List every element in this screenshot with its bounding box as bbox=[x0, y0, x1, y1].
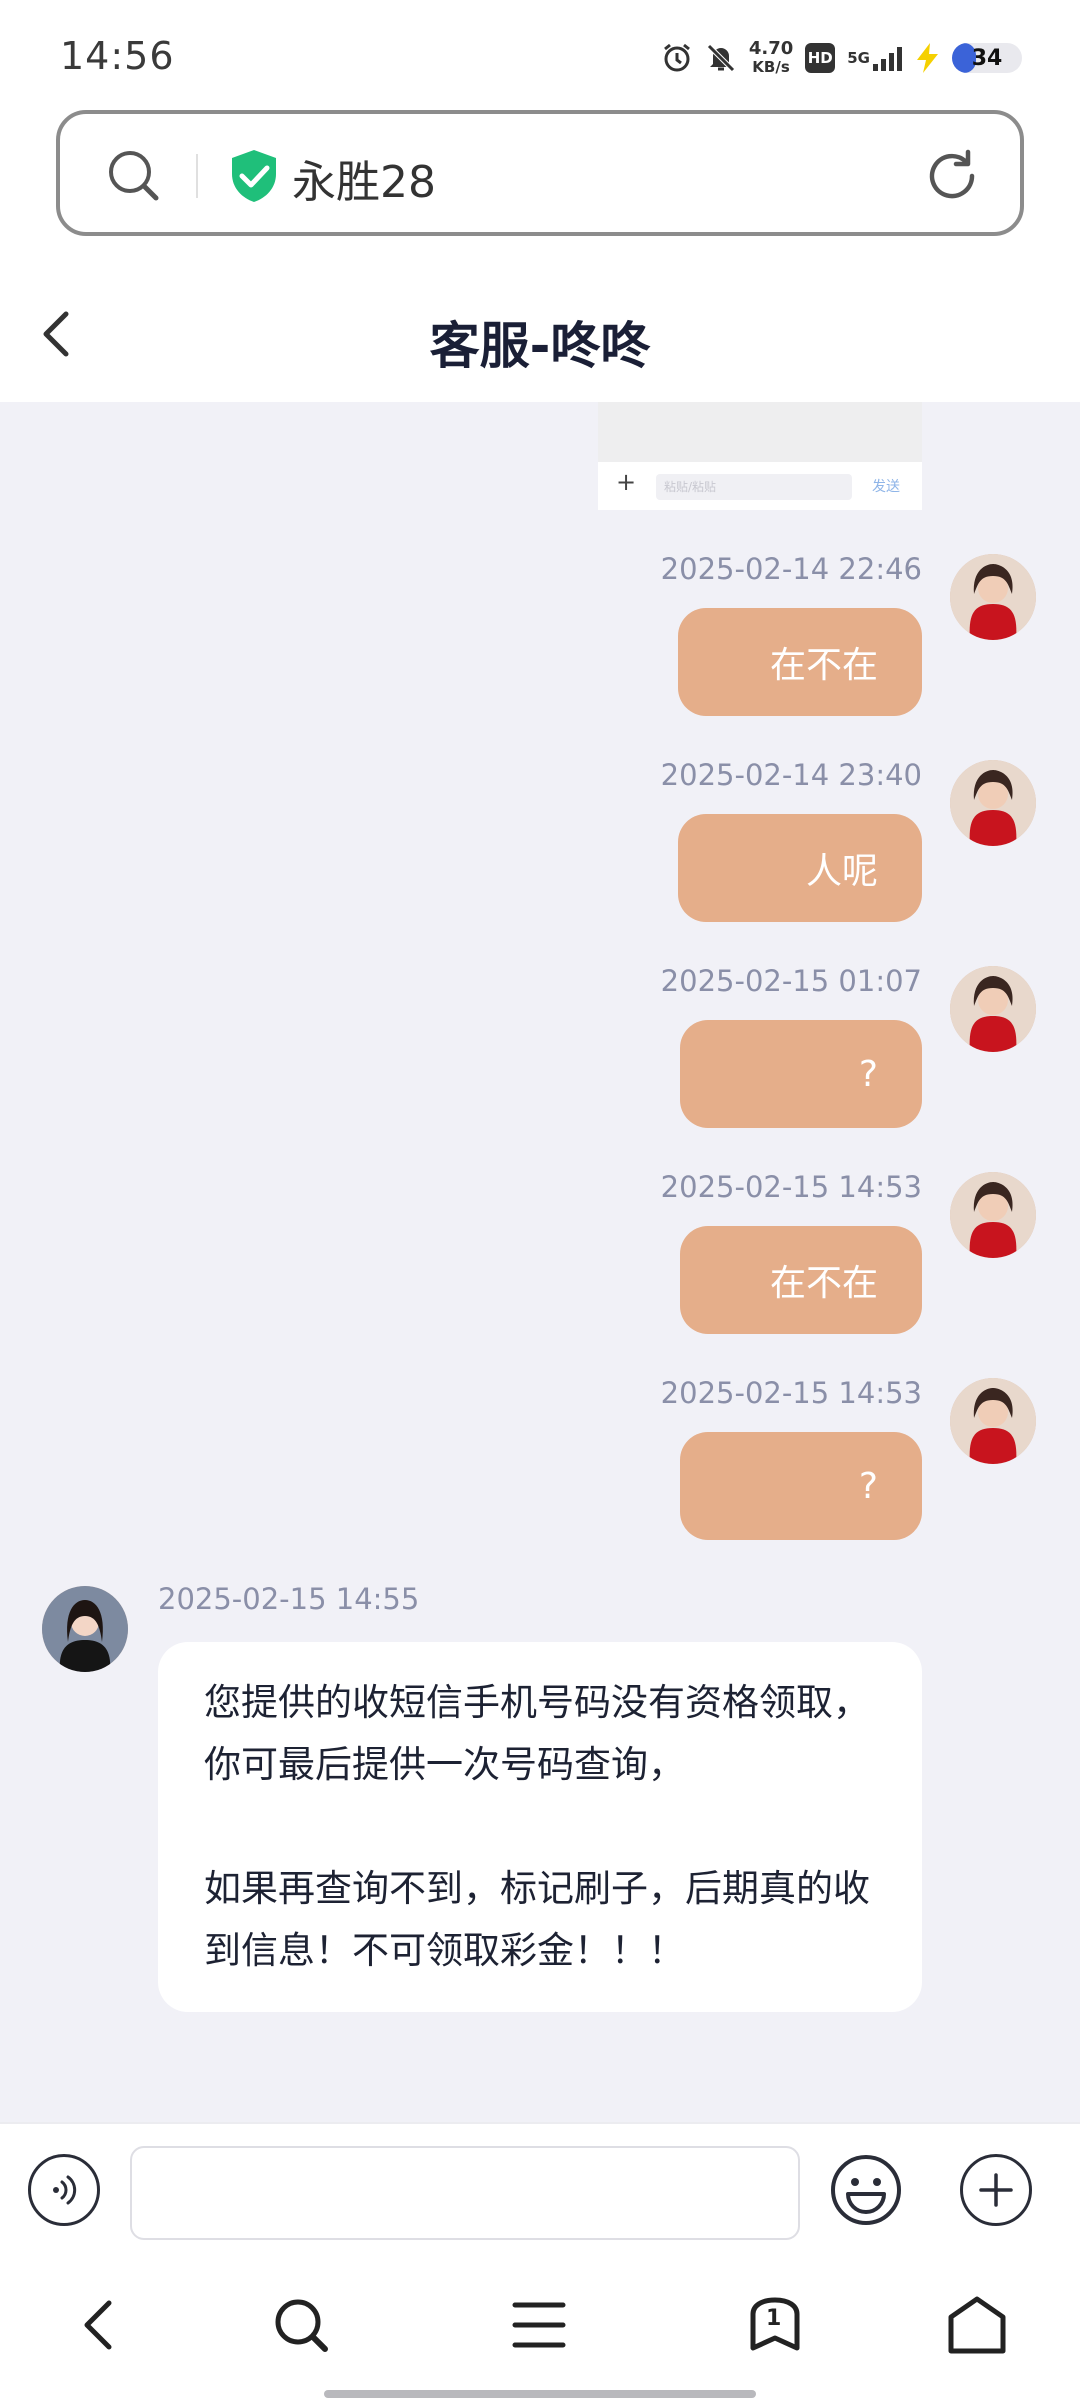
tab-count: 1 bbox=[766, 2306, 782, 2331]
site-name: 永胜28 bbox=[292, 157, 436, 208]
message-timestamp: 2025-02-14 22:46 bbox=[660, 552, 922, 586]
browser-nav-bar: 1 bbox=[0, 2252, 1080, 2400]
home-indicator[interactable] bbox=[324, 2390, 756, 2398]
mute-icon bbox=[705, 42, 737, 74]
message-bubble-out[interactable]: 在不在 bbox=[678, 608, 922, 716]
emoji-icon bbox=[831, 2155, 901, 2225]
chat-header: 客服-咚咚 bbox=[0, 266, 1080, 402]
nav-home-button[interactable] bbox=[944, 2292, 1010, 2358]
search-icon[interactable] bbox=[106, 148, 162, 208]
voice-icon bbox=[53, 2175, 77, 2205]
menu-icon bbox=[512, 2302, 566, 2348]
message-bubble-out[interactable]: 人呢 bbox=[678, 814, 922, 922]
home-icon bbox=[948, 2296, 1006, 2354]
message-timestamp: 2025-02-15 01:07 bbox=[660, 964, 922, 998]
message-timestamp: 2025-02-15 14:53 bbox=[660, 1170, 922, 1204]
chat-input-bar bbox=[0, 2122, 1080, 2252]
avatar[interactable] bbox=[950, 554, 1036, 640]
message-timestamp: 2025-02-15 14:53 bbox=[660, 1376, 922, 1410]
net-speed-value: 4.70 bbox=[748, 38, 794, 59]
message-bubble-out[interactable]: ? bbox=[680, 1020, 922, 1128]
nav-back-button[interactable] bbox=[66, 2292, 132, 2358]
preview-input: 粘贴/粘贴 bbox=[656, 474, 852, 500]
message-timestamp: 2025-02-14 23:40 bbox=[660, 758, 922, 792]
net-speed-unit: KB/s bbox=[752, 58, 790, 76]
hd-badge: HD bbox=[805, 43, 836, 73]
avatar[interactable] bbox=[950, 1378, 1036, 1464]
message-bubble-out[interactable]: ? bbox=[680, 1432, 922, 1540]
back-icon bbox=[84, 2300, 112, 2350]
voice-button[interactable] bbox=[28, 2154, 100, 2226]
shared-image-preview[interactable]: + 粘贴/粘贴 发送 bbox=[598, 402, 922, 510]
charging-icon bbox=[914, 42, 940, 74]
shield-check-icon bbox=[228, 148, 280, 208]
message-bubble-in[interactable]: 您提供的收短信手机号码没有资格领取，你可最后提供一次号码查询， 如果再查询不到，… bbox=[158, 1642, 922, 2012]
avatar[interactable] bbox=[950, 1172, 1036, 1258]
status-bar: 14:56 4.70 KB/s HD 5G 34 bbox=[0, 0, 1080, 106]
emoji-button[interactable] bbox=[828, 2152, 904, 2228]
plus-icon: + bbox=[616, 468, 637, 496]
status-time: 14:56 bbox=[60, 34, 175, 78]
more-button[interactable] bbox=[960, 2154, 1032, 2226]
address-bar[interactable]: 永胜28 bbox=[56, 110, 1024, 236]
avatar[interactable] bbox=[42, 1586, 128, 1672]
search-icon bbox=[275, 2299, 328, 2352]
chat-title: 客服-咚咚 bbox=[429, 317, 651, 375]
signal-icon: 5G bbox=[847, 44, 902, 72]
status-icons: 4.70 KB/s HD 5G 34 bbox=[661, 36, 1022, 80]
nav-menu-button[interactable] bbox=[506, 2292, 572, 2358]
network-label: 5G bbox=[847, 49, 870, 67]
avatar[interactable] bbox=[950, 966, 1036, 1052]
refresh-icon[interactable] bbox=[924, 148, 980, 208]
address-divider bbox=[196, 154, 198, 198]
message-timestamp: 2025-02-15 14:55 bbox=[158, 1582, 420, 1616]
message-input[interactable] bbox=[130, 2146, 800, 2240]
battery-indicator: 34 bbox=[952, 43, 1022, 73]
nav-search-button[interactable] bbox=[268, 2292, 334, 2358]
preview-send: 发送 bbox=[872, 479, 900, 495]
preview-input-bar: + 粘贴/粘贴 发送 bbox=[598, 462, 922, 510]
net-speed: 4.70 KB/s bbox=[749, 39, 793, 77]
plus-icon bbox=[979, 2173, 1013, 2207]
message-bubble-out[interactable]: 在不在 bbox=[680, 1226, 922, 1334]
message-list[interactable]: + 粘贴/粘贴 发送 2025-02-14 22:46 在不在 2025-02-… bbox=[0, 402, 1080, 2122]
alarm-icon bbox=[661, 42, 693, 74]
battery-level: 34 bbox=[971, 45, 1003, 71]
nav-tabs-button[interactable]: 1 bbox=[742, 2292, 808, 2358]
avatar[interactable] bbox=[950, 760, 1036, 846]
